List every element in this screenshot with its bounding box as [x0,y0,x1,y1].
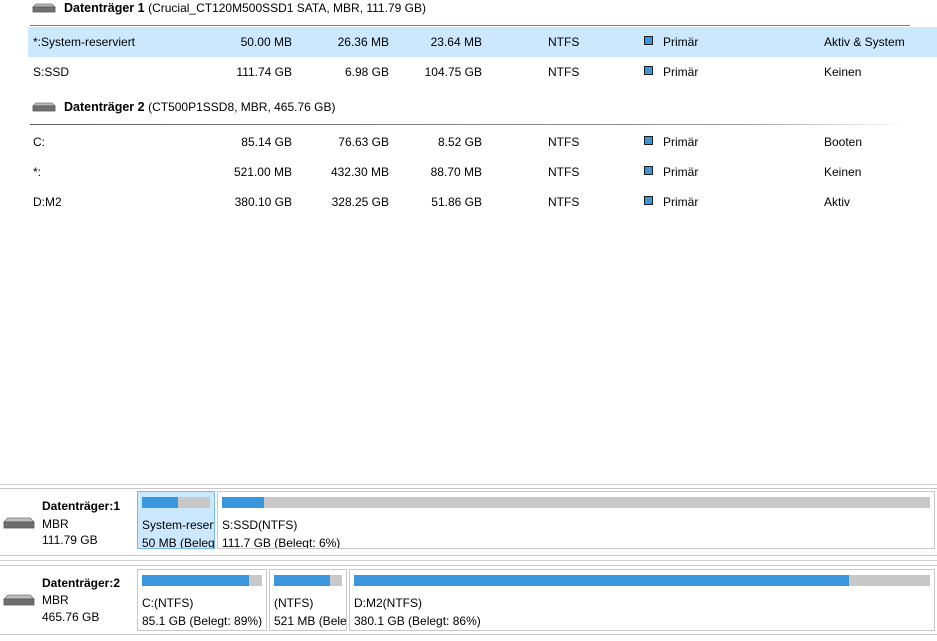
partition-used: 328.25 GB [331,195,389,209]
partition-label: S:SSD(NTFS) [222,518,298,532]
partition-free: 23.64 MB [430,35,482,49]
partition-type: Primär [663,165,699,179]
partition-capacity: 85.14 GB [241,135,292,149]
divider [30,25,910,26]
partition-name: *:System-reserviert [33,35,136,49]
disk-info: (Crucial_CT120M500SSD1 SATA, MBR, 111.79… [148,1,426,15]
partition-status: Aktiv [824,195,851,209]
partition-label: (NTFS) [274,596,314,610]
partition-block[interactable]: System-reserviert 50 MB (Belegt: 53%) [137,491,215,549]
usage-bar-fill [354,575,850,586]
partition-name: D:M2 [33,195,62,209]
partition-usage-label: 50 MB (Belegt: 53%) [142,536,215,549]
disk-partition-style: MBR [42,517,69,531]
hard-disk-icon [3,594,35,606]
partition-row[interactable]: C: 85.14 GB 76.63 GB 8.52 GB NTFS Primär… [28,127,937,157]
partition-status: Keinen [824,65,862,79]
partition-usage-label: 380.1 GB (Belegt: 86%) [354,614,481,628]
primary-partition-icon [644,166,653,175]
divider [30,124,910,125]
disk-size: 465.76 GB [42,610,100,624]
disk-name: Datenträger 2 [64,100,145,114]
partition-filesystem: NTFS [548,35,580,49]
partition-label: D:M2(NTFS) [354,596,422,610]
partition-capacity: 521.00 MB [233,165,292,179]
usage-bar-fill [222,497,265,508]
primary-partition-icon [644,36,653,45]
partition-status: Booten [824,135,863,149]
partition-name: S:SSD [33,65,70,79]
partition-used: 76.63 GB [338,135,389,149]
disk-size: 111.79 GB [42,533,98,547]
partition-type: Primär [663,135,699,149]
partition-row[interactable]: *:System-reserviert 50.00 MB 26.36 MB 23… [28,27,937,57]
partition-filesystem: NTFS [548,65,580,79]
partition-row[interactable]: S:SSD 111.74 GB 6.98 GB 104.75 GB NTFS P… [28,57,937,87]
partition-list: Datenträger 1 (Crucial_CT120M500SSD1 SAT… [0,0,937,480]
disk-header-1[interactable]: Datenträger 1 (Crucial_CT120M500SSD1 SAT… [0,0,937,20]
disk-name: Datenträger 1 [64,1,145,15]
partition-label: C:(NTFS) [142,596,194,610]
usage-bar-fill [274,575,331,586]
partition-row[interactable]: *: 521.00 MB 432.30 MB 88.70 MB NTFS Pri… [28,157,937,187]
disk-title: Datenträger:1 [42,499,121,513]
disk-title: Datenträger:2 [42,576,121,590]
primary-partition-icon [644,66,653,75]
usage-bar [142,497,210,508]
disk-header-2[interactable]: Datenträger 2 (CT500P1SSD8, MBR, 465.76 … [0,95,937,119]
disk-map-row-2[interactable]: Datenträger:2 MBR 465.76 GB C:(NTFS) 85.… [0,565,937,635]
partition-block[interactable]: D:M2(NTFS) 380.1 GB (Belegt: 86%) [349,569,935,631]
partition-type: Primär [663,35,699,49]
partition-used: 6.98 GB [344,65,389,79]
usage-bar [274,575,342,586]
partition-type: Primär [663,195,699,209]
partition-usage-label: 111.7 GB (Belegt: 6%) [222,536,341,549]
partition-filesystem: NTFS [548,165,580,179]
partition-usage-label: 85.1 GB (Belegt: 89%) [142,614,263,628]
partition-block[interactable]: S:SSD(NTFS) 111.7 GB (Belegt: 6%) [217,491,935,549]
partition-type: Primär [663,65,699,79]
disk-partition-style: MBR [42,593,69,607]
partition-block[interactable]: C:(NTFS) 85.1 GB (Belegt: 89%) [137,569,267,631]
partition-free: 8.52 GB [437,135,482,149]
partition-status: Aktiv & System [824,35,905,49]
partition-free: 104.75 GB [424,65,482,79]
partition-name: C: [33,135,45,149]
usage-bar [142,575,262,586]
hard-disk-icon [3,517,35,529]
partition-filesystem: NTFS [548,135,580,149]
usage-bar-fill [142,497,179,508]
partition-free: 51.86 GB [431,195,482,209]
map-separator [0,560,937,561]
map-separator [0,484,937,485]
disk-map-row-1[interactable]: Datenträger:1 MBR 111.79 GB System-reser… [0,488,937,556]
hard-disk-icon [32,102,56,112]
partition-used: 26.36 MB [337,35,389,49]
primary-partition-icon [644,136,653,145]
hard-disk-icon [32,3,56,13]
partition-usage-label: 521 MB (Belegt: 83%) [274,614,347,628]
partition-status: Keinen [824,165,862,179]
partition-capacity: 111.74 GB [236,65,292,79]
primary-partition-icon [644,196,653,205]
partition-capacity: 380.10 GB [234,195,292,209]
partition-block[interactable]: (NTFS) 521 MB (Belegt: 83%) [269,569,347,631]
usage-bar [354,575,930,586]
disk-info: (CT500P1SSD8, MBR, 465.76 GB) [148,100,336,114]
usage-bar-fill [142,575,249,586]
partition-label: System-reserviert [142,518,214,532]
partition-name: *: [33,165,42,179]
partition-used: 432.30 MB [330,165,389,179]
partition-capacity: 50.00 MB [240,35,292,49]
partition-free: 88.70 MB [430,165,482,179]
usage-bar [222,497,930,508]
partition-row[interactable]: D:M2 380.10 GB 328.25 GB 51.86 GB NTFS P… [28,187,937,217]
partition-filesystem: NTFS [548,195,580,209]
